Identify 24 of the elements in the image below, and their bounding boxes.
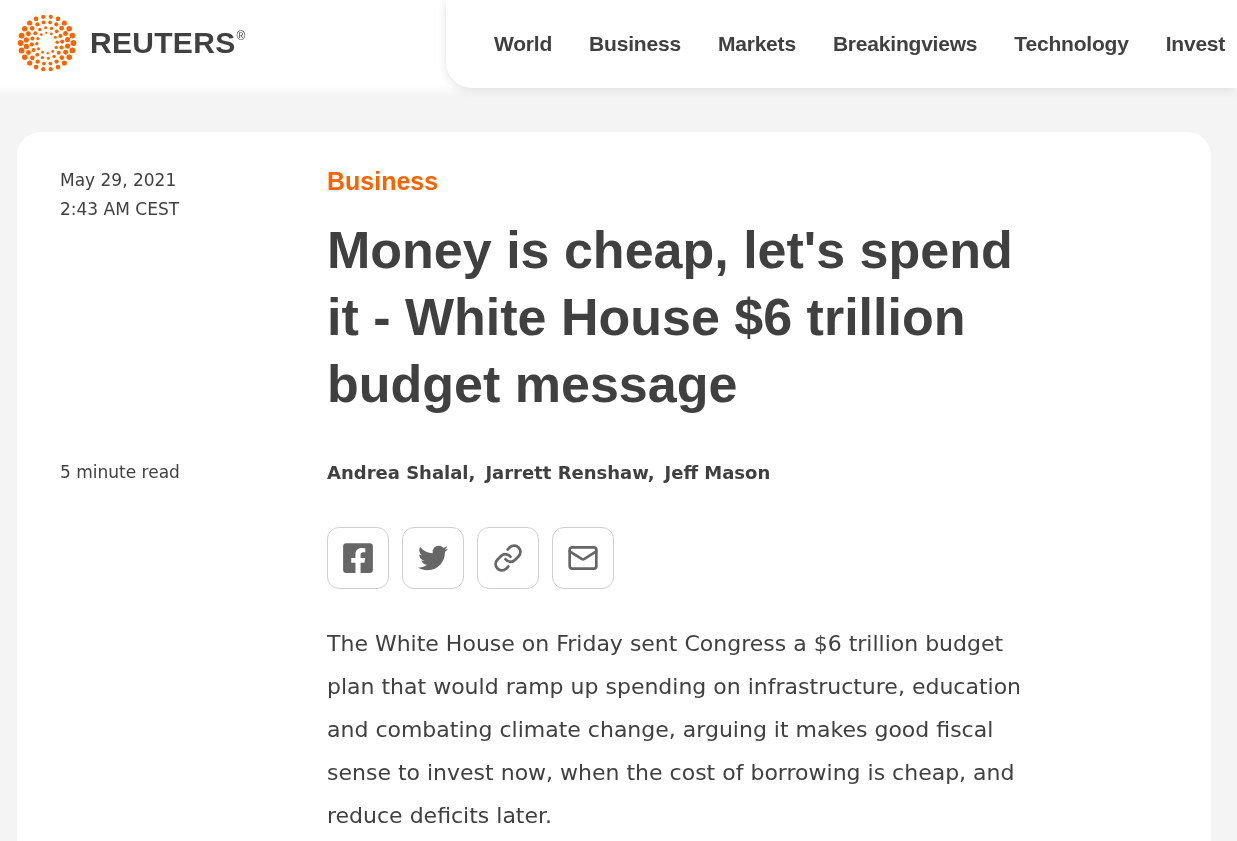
facebook-icon — [341, 541, 375, 575]
nav-link[interactable]: Markets — [717, 32, 796, 56]
share-button[interactable] — [477, 527, 539, 589]
nav-link[interactable]: Invest — [1165, 32, 1226, 56]
share-button[interactable] — [552, 527, 614, 589]
nav-link[interactable]: Technology — [1014, 32, 1129, 56]
bird-icon — [418, 543, 448, 573]
chain-link-icon — [493, 543, 523, 573]
publish-time: 2:43 AM CEST — [60, 198, 180, 221]
author-link[interactable]: Jarrett Renshaw, — [485, 458, 655, 487]
logo-wordmark[interactable]: REUTERS — [90, 26, 236, 60]
article-body: The White House on Friday sent Congress a $6 trillion budget plan that would ramp up spending on infrastructure, education and combating climate change, arguing it makes good fiscal sense to invest now, when the cost of borrowing is cheap, and reduce deficits later. — [327, 630, 1023, 830]
share-button[interactable] — [327, 527, 389, 589]
nav-link[interactable]: Business — [589, 32, 681, 56]
author-link[interactable]: Andrea Shalal, — [327, 458, 476, 487]
nav-link[interactable]: World — [494, 32, 553, 56]
registered-mark: ® — [236, 29, 246, 43]
nav-link[interactable]: Breakingviews — [832, 32, 978, 56]
dotted-circle-logo-icon — [17, 13, 77, 73]
publish-date: May 29, 2021 — [60, 169, 177, 192]
share-button[interactable] — [402, 527, 464, 589]
author-link[interactable]: Jeff Mason — [664, 458, 771, 487]
article-headline: Money is cheap, let's spend it - White House $6 trillion budget message — [327, 220, 1014, 415]
read-time: 5 minute read — [60, 461, 180, 484]
